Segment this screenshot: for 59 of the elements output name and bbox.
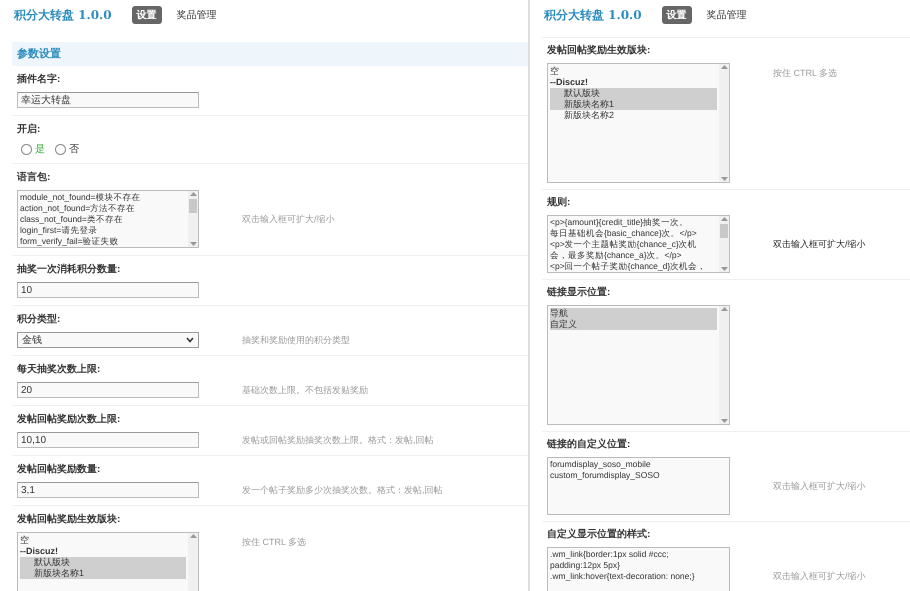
field-label: 开启: xyxy=(17,122,42,137)
select-field[interactable]: 金钱 xyxy=(17,332,199,348)
hint-text: 双击输入框可扩大/缩小 xyxy=(773,238,866,250)
field-label: 发帖回帖奖励数量: xyxy=(17,462,102,477)
hint-text: 抽奖和奖励使用的积分类型 xyxy=(242,334,350,346)
hint-text: 按住 CTRL 多选 xyxy=(773,67,838,80)
hint-text: 双击输入框可扩大/缩小 xyxy=(773,480,866,492)
field-label: 规则: xyxy=(547,196,572,210)
field-label: 语言包: xyxy=(17,170,52,185)
list-option[interactable]: 空 xyxy=(550,66,717,77)
list-option[interactable]: 新版块名称1 xyxy=(550,99,717,110)
tab[interactable]: 设置 xyxy=(132,6,162,24)
option-group-label[interactable]: --Discuz! xyxy=(550,77,717,88)
field-label: 发帖回帖奖励次数上限: xyxy=(17,412,122,427)
option-group-label[interactable]: --Discuz! xyxy=(20,546,186,557)
tab[interactable]: 设置 xyxy=(662,6,692,24)
tab[interactable]: 奖品管理 xyxy=(702,6,752,24)
list-option[interactable]: 自定义 xyxy=(550,319,717,330)
listbox-field[interactable]: 导航 自定义 xyxy=(547,305,730,425)
field-label: 每天抽奖次数上限: xyxy=(17,362,102,377)
text-field[interactable]: 10,10 xyxy=(17,432,199,448)
list-option[interactable]: 新版块名称2 xyxy=(550,110,717,121)
text-field[interactable]: 10 xyxy=(17,282,199,298)
field-label: 发帖回帖奖励生效版块: xyxy=(17,512,122,527)
text-field[interactable]: 3,1 xyxy=(17,482,199,498)
scrollbar-drawing xyxy=(719,216,729,272)
field-label: 插件名字: xyxy=(17,72,62,87)
text-field[interactable]: 20 xyxy=(17,382,199,398)
field-label: 抽奖一次消耗积分数量: xyxy=(17,262,122,277)
listbox-field[interactable]: 空 --Discuz! 默认版块 新版块名称1 新版块名称2 xyxy=(547,63,730,183)
section-header: 参数设置 xyxy=(12,42,528,66)
plugin-title: 积分大转盘 1.0.0 xyxy=(14,6,112,24)
list-option[interactable]: 默认版块 xyxy=(20,557,186,568)
textarea-field[interactable]: forumdisplay_soso_mobile custom_forumdisplay_SOSO xyxy=(547,457,730,515)
hint-text: 基础次数上限。不包括发贴奖励 xyxy=(242,384,368,396)
chevron-down-icon xyxy=(186,337,194,343)
list-option[interactable]: 默认版块 xyxy=(550,88,717,99)
field-label: 链接的自定义位置: xyxy=(547,437,632,452)
field-label: 自定义显示位置的样式: xyxy=(547,527,652,542)
hint-text: 双击输入框可扩大/缩小 xyxy=(773,570,866,582)
field-label: 积分类型: xyxy=(17,312,62,327)
textarea-field[interactable]: <p>{amount}{credit_title}抽奖一次。 每日基础机会{basic_chance}次。</p> <p>发一个主题帖奖励{chance_c}次机 会，最多奖励{chance_a}次。</p> <p>回一个帖子奖励{chance_d}次机会， xyxy=(547,215,730,273)
tab[interactable]: 奖品管理 xyxy=(172,6,222,24)
list-option[interactable]: 导航 xyxy=(550,308,717,319)
listbox-field[interactable]: 空 --Discuz! 默认版块 新版块名称1 xyxy=(17,532,199,591)
text-field[interactable]: 幸运大转盘 xyxy=(17,92,199,108)
hint-text: 发一个帖子奖励多少次抽奖次数。格式：发帖,回帖 xyxy=(242,484,443,496)
plugin-title: 积分大转盘 1.0.0 xyxy=(544,6,642,24)
radio-option[interactable]: 否 xyxy=(55,142,79,156)
hint-text: 按住 CTRL 多选 xyxy=(242,536,306,549)
field-label: 链接显示位置: xyxy=(547,286,612,300)
field-label: 发帖回帖奖励生效版块: xyxy=(547,44,652,58)
list-option[interactable]: 空 xyxy=(20,535,186,546)
list-option[interactable]: 新版块名称1 xyxy=(20,568,186,579)
textarea-field[interactable]: .wm_link{border:1px solid #ccc; padding:12px 5px} .wm_link:hover{text-decoration: none;} xyxy=(547,547,730,591)
hint-text: 发帖或回帖奖励抽奖次数上限。格式：发帖,回帖 xyxy=(242,434,434,446)
hint-text: 双击输入框可扩大/缩小 xyxy=(242,212,335,226)
scrollbar-drawing xyxy=(188,191,198,247)
textarea-field[interactable]: module_not_found=模块不存在 action_not_found=方法不存在 class_not_found=类不存在 login_first=请先登录 form_verify_fail=验证失败 xyxy=(17,190,199,248)
